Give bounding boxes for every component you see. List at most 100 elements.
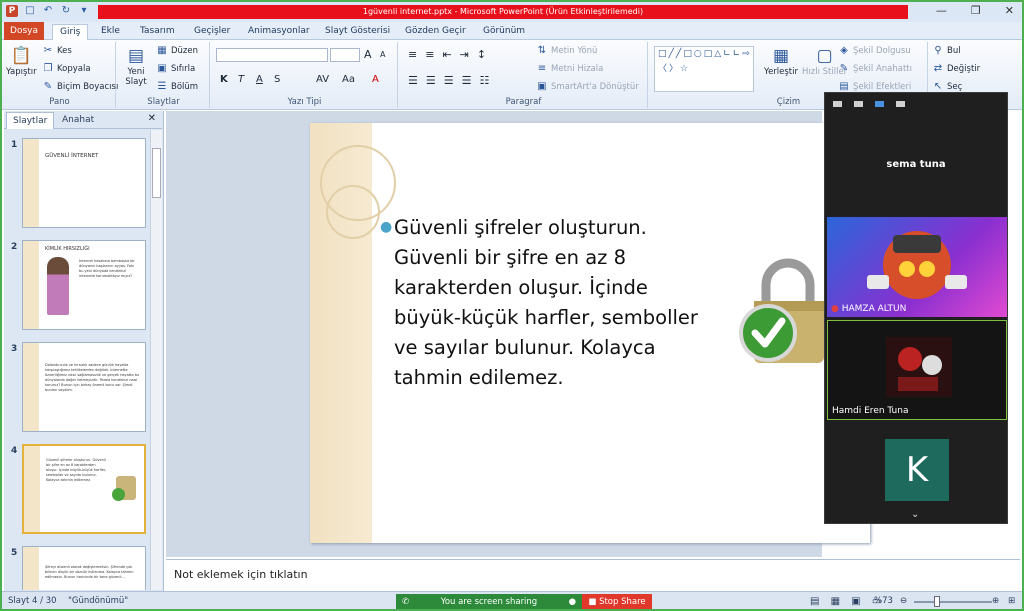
tab-transitions[interactable]: Geçişler bbox=[194, 24, 230, 40]
copy-icon: ❐ bbox=[43, 63, 53, 74]
list-buttons[interactable]: ≡ ≡ ⇤ ⇥ ↕ bbox=[408, 48, 486, 61]
thumbnail-view-icon[interactable] bbox=[854, 101, 863, 107]
chevron-down-icon[interactable]: ⌄ bbox=[911, 509, 919, 520]
panel-scrollbar[interactable] bbox=[150, 130, 162, 590]
panel-tabs: Slaytlar Anahat ✕ bbox=[4, 111, 162, 129]
quick-access-toolbar: P □ ↶ ↻ ▾ bbox=[6, 5, 90, 17]
reading-view-icon[interactable]: ▣ bbox=[851, 596, 864, 607]
slide-thumbnail[interactable]: 3 Dolandırıcılık ve hırsızlık sadece gün… bbox=[8, 340, 146, 436]
new-slide-icon: ▤ bbox=[127, 46, 145, 66]
group-font: A A K T A S AV Aa A Yazı Tipi bbox=[212, 42, 398, 108]
font-size-dropdown[interactable] bbox=[330, 48, 360, 62]
new-slide-button[interactable]: ▤ Yeni Slayt bbox=[121, 46, 151, 87]
zoom-level[interactable]: %73 bbox=[874, 596, 893, 606]
format-painter-button[interactable]: ✎ Biçim Boyacısı bbox=[42, 81, 119, 93]
font-color-button[interactable]: A bbox=[372, 74, 379, 85]
underline-button[interactable]: A bbox=[256, 74, 263, 85]
slide-bullet-text[interactable]: ● Güvenli şifreler oluşturun. Güvenli bi… bbox=[380, 213, 714, 393]
bullets-icon[interactable]: ≡ bbox=[408, 48, 417, 61]
close-icon[interactable]: ✕ bbox=[1005, 4, 1014, 17]
tab-view[interactable]: Görünüm bbox=[483, 24, 525, 40]
line-spacing-icon[interactable]: ↕ bbox=[477, 48, 486, 61]
arrange-icon: ▦ bbox=[772, 46, 790, 66]
slide-thumbnail[interactable]: 1 GÜVENLİ İNTERNET bbox=[8, 136, 146, 232]
slide-thumbnail[interactable]: 2 KİMLİK HIRSIZLIĞI İnternet hesabına ba… bbox=[8, 238, 146, 334]
zoom-in-icon[interactable]: ⊕ bbox=[992, 596, 999, 606]
paste-button[interactable]: 📋 Yapıştır bbox=[6, 46, 37, 77]
current-slide[interactable]: ● Güvenli şifreler oluşturun. Güvenli bi… bbox=[310, 123, 870, 543]
columns-icon[interactable]: ☷ bbox=[480, 74, 490, 87]
change-case-button[interactable]: Aa bbox=[342, 74, 355, 85]
decrease-indent-icon[interactable]: ⇤ bbox=[442, 48, 451, 61]
align-text-icon: ≡ bbox=[537, 63, 547, 74]
speaker-view-icon[interactable] bbox=[875, 101, 884, 107]
bold-button[interactable]: K bbox=[220, 74, 228, 85]
char-spacing-button[interactable]: AV bbox=[316, 74, 329, 85]
brush-icon: ✎ bbox=[43, 81, 53, 92]
theme-name: "Gündönümü" bbox=[68, 596, 129, 606]
justify-icon[interactable]: ☰ bbox=[462, 74, 472, 87]
slide-thumbnails: 1 GÜVENLİ İNTERNET 2 KİMLİK HIRSIZLIĞI İ… bbox=[4, 130, 150, 590]
tab-insert[interactable]: Ekle bbox=[101, 24, 120, 40]
tab-home[interactable]: Giriş bbox=[52, 24, 89, 40]
strike-button[interactable]: S bbox=[274, 74, 280, 85]
restore-icon[interactable]: ❐ bbox=[971, 4, 981, 17]
zoom-slider-knob[interactable] bbox=[934, 596, 940, 607]
italic-button[interactable]: T bbox=[238, 74, 244, 85]
participant-tile[interactable]: K bbox=[827, 423, 1007, 523]
stop-share-button[interactable]: ■ Stop Share bbox=[582, 594, 652, 609]
screen-sharing-banner: ✆ You are screen sharing ● bbox=[396, 594, 582, 609]
normal-view-icon[interactable]: ▤ bbox=[810, 596, 823, 607]
text-direction-button[interactable]: ⇅ Metin Yönü bbox=[536, 45, 598, 57]
zoom-slider[interactable] bbox=[914, 601, 992, 603]
participant-tile-active[interactable]: Hamdi Eren Tuna bbox=[827, 320, 1007, 420]
slide-thumbnail-selected[interactable]: 4 Güvenli şifreler oluşturun. Güvenli bi… bbox=[8, 442, 146, 538]
slide-sorter-icon[interactable]: ▦ bbox=[831, 596, 844, 607]
numbering-icon[interactable]: ≡ bbox=[425, 48, 434, 61]
section-icon: ☰ bbox=[157, 81, 167, 92]
copy-button[interactable]: ❐ Kopyala bbox=[42, 63, 91, 75]
shape-outline-button[interactable]: ✎ Şekil Anahattı bbox=[838, 63, 912, 75]
minimize-view-icon[interactable] bbox=[833, 101, 842, 107]
cut-button[interactable]: ✂ Kes bbox=[42, 45, 72, 57]
group-slides: ▤ Yeni Slayt ▦ Düzen ▣ Sıfırla ☰ Bölüm Slay… bbox=[118, 42, 210, 108]
section-button[interactable]: ☰ Bölüm bbox=[156, 81, 199, 93]
redo-icon[interactable]: ↻ bbox=[60, 5, 72, 17]
gallery-view-icon[interactable] bbox=[896, 101, 905, 107]
tab-outline[interactable]: Anahat bbox=[56, 112, 100, 129]
notes-pane[interactable]: Not eklemek için tıklatın bbox=[166, 559, 1020, 589]
save-icon[interactable]: □ bbox=[24, 5, 36, 17]
tab-design[interactable]: Tasarım bbox=[140, 24, 175, 40]
align-center-icon[interactable]: ☰ bbox=[426, 74, 436, 87]
shrink-font-button[interactable]: A bbox=[380, 50, 385, 59]
window-title: 1güvenli internet.pptx - Microsoft Power… bbox=[98, 5, 908, 19]
tab-file[interactable]: Dosya bbox=[4, 22, 44, 40]
align-text-button[interactable]: ≡ Metni Hizala bbox=[536, 63, 604, 75]
replace-button[interactable]: ⇄ Değiştir bbox=[932, 63, 980, 75]
tab-review[interactable]: Gözden Geçir bbox=[405, 24, 466, 40]
zoom-out-icon[interactable]: ⊖ bbox=[900, 596, 907, 606]
shape-fill-button[interactable]: ◈ Şekil Dolgusu bbox=[838, 45, 911, 57]
reset-button[interactable]: ▣ Sıfırla bbox=[156, 63, 195, 75]
layout-button[interactable]: ▦ Düzen bbox=[156, 45, 198, 57]
participant-tile[interactable]: ● HAMZA ALTUN bbox=[827, 217, 1007, 317]
shapes-gallery[interactable]: □╱╱□○□△∟∟⇨⇧⇩⇧↷↸〈〉☆ bbox=[654, 46, 754, 92]
tab-animations[interactable]: Animasyonlar bbox=[248, 24, 310, 40]
close-icon[interactable]: ✕ bbox=[148, 113, 156, 124]
align-right-icon[interactable]: ☰ bbox=[444, 74, 454, 87]
find-button[interactable]: ⚲ Bul bbox=[932, 45, 960, 57]
slide-thumbnail[interactable]: 5 Şifreyi düzenli olarak değiştirmelisin… bbox=[8, 544, 146, 590]
align-left-icon[interactable]: ☰ bbox=[408, 74, 418, 87]
fit-slide-icon[interactable]: ⊞ bbox=[1008, 596, 1015, 606]
grow-font-button[interactable]: A bbox=[364, 48, 372, 61]
align-buttons[interactable]: ☰ ☰ ☰ ☰ ☷ bbox=[408, 74, 489, 87]
minimize-icon[interactable]: — bbox=[936, 4, 947, 17]
smartart-button[interactable]: ▣ SmartArt'a Dönüştür bbox=[536, 81, 639, 93]
undo-icon[interactable]: ↶ bbox=[42, 5, 54, 17]
arrange-button[interactable]: ▦ Yerleştir bbox=[764, 46, 798, 77]
font-name-dropdown[interactable] bbox=[216, 48, 328, 62]
customize-icon[interactable]: ▾ bbox=[78, 5, 90, 17]
increase-indent-icon[interactable]: ⇥ bbox=[460, 48, 469, 61]
tab-slides[interactable]: Slaytlar bbox=[6, 112, 55, 129]
tab-slideshow[interactable]: Slayt Gösterisi bbox=[325, 24, 390, 40]
